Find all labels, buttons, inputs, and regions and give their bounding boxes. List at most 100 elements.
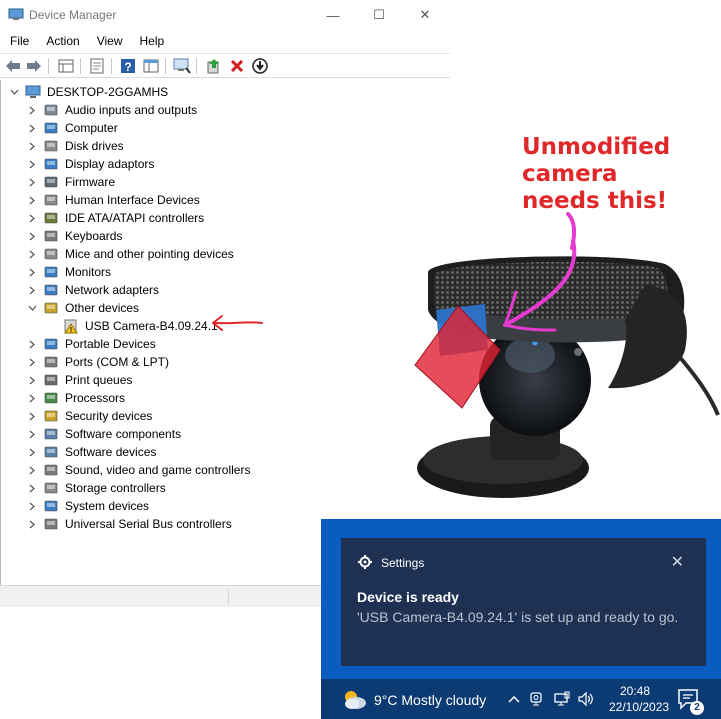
firmware-icon [43, 174, 59, 190]
menu-bar: File Action View Help [0, 31, 450, 51]
clock-date: 22/10/2023 [609, 700, 670, 714]
clock[interactable]: 20:48 22/10/2023 [609, 683, 670, 715]
volume-tray-button[interactable] [577, 690, 595, 708]
tree-category-system-devices[interactable]: System devices [1, 497, 441, 515]
add-driver-button[interactable] [205, 57, 223, 75]
svg-text:?: ? [124, 60, 131, 74]
tree-category-ports-com-lpt[interactable]: Ports (COM & LPT) [1, 353, 441, 371]
human-interface-devices-icon [43, 192, 59, 208]
chevron-right-icon[interactable] [27, 357, 37, 367]
chevron-right-icon[interactable] [27, 267, 37, 277]
uninstall-button[interactable] [228, 57, 246, 75]
chevron-right-icon[interactable] [27, 195, 37, 205]
uninstall-x-icon [230, 59, 244, 73]
tree-category-monitors-label: Monitors [65, 265, 112, 279]
chevron-right-icon[interactable] [27, 249, 37, 259]
tree-category-system-devices-label: System devices [65, 499, 150, 513]
tree-category-audio-inputs-and-outputs[interactable]: Audio inputs and outputs [1, 101, 441, 119]
tree-category-software-components[interactable]: Software components [1, 425, 441, 443]
chevron-right-icon[interactable] [27, 429, 37, 439]
camera-tray-button[interactable] [527, 690, 545, 708]
scan-hardware-button[interactable] [173, 57, 191, 75]
properties-button[interactable] [57, 57, 75, 75]
minimize-button[interactable]: — [310, 0, 356, 30]
chevron-right-icon[interactable] [27, 411, 37, 421]
tree-category-human-interface-devices[interactable]: Human Interface Devices [1, 191, 441, 209]
tree-category-storage-controllers[interactable]: Storage controllers [1, 479, 441, 497]
tree-category-human-interface-devices-label: Human Interface Devices [65, 193, 200, 207]
forward-button[interactable] [25, 57, 43, 75]
update-driver-button[interactable] [88, 57, 106, 75]
help-icon: ? [121, 59, 135, 74]
universal-serial-bus-controllers-icon [43, 516, 59, 532]
chevron-right-icon[interactable] [27, 177, 37, 187]
tree-category-processors-label: Processors [65, 391, 126, 405]
menu-action[interactable]: Action [36, 31, 86, 51]
tree-category-mice-and-other-pointing-devices[interactable]: Mice and other pointing devices [1, 245, 441, 263]
toast-close-button[interactable]: ✕ [671, 552, 684, 572]
disable-device-button[interactable] [251, 57, 269, 75]
menu-view[interactable]: View [87, 31, 130, 51]
show-hidden-icons-button[interactable] [505, 690, 523, 708]
partly-cloudy-icon[interactable] [341, 687, 367, 711]
chevron-right-icon[interactable] [27, 123, 37, 133]
menu-file[interactable]: File [0, 31, 36, 51]
tree-category-security-devices[interactable]: Security devices [1, 407, 441, 425]
tree-category-processors[interactable]: Processors [1, 389, 441, 407]
device-manager-app-icon [8, 8, 24, 20]
tree-device-usb-camera-b4-09-24-1-label: USB Camera-B4.09.24.1 [85, 319, 218, 333]
chevron-right-icon[interactable] [27, 483, 37, 493]
chevron-right-icon[interactable] [27, 285, 37, 295]
chevron-right-icon[interactable] [27, 231, 37, 241]
network-tray-button[interactable] [553, 690, 571, 708]
chevron-right-icon[interactable] [27, 141, 37, 151]
tree-category-firmware[interactable]: Firmware [1, 173, 441, 191]
properties-grid-icon [58, 59, 74, 73]
chevron-right-icon[interactable] [27, 105, 37, 115]
tree-category-computer[interactable]: Computer [1, 119, 441, 137]
tree-category-portable-devices[interactable]: Portable Devices [1, 335, 441, 353]
disk-drives-icon [43, 138, 59, 154]
tree-category-display-adaptors[interactable]: Display adaptors [1, 155, 441, 173]
chevron-right-icon[interactable] [27, 339, 37, 349]
title-bar: Device Manager — ☐ ✕ [0, 0, 450, 30]
tree-category-software-devices[interactable]: Software devices [1, 443, 441, 461]
chevron-down-icon[interactable] [9, 87, 19, 97]
chevron-right-icon[interactable] [27, 501, 37, 511]
help-button[interactable]: ? [119, 57, 137, 75]
software-components-icon [43, 426, 59, 442]
chevron-right-icon[interactable] [27, 213, 37, 223]
tree-category-disk-drives-label: Disk drives [65, 139, 124, 153]
tree-category-monitors[interactable]: Monitors [1, 263, 441, 281]
chevron-right-icon[interactable] [27, 519, 37, 529]
tree-category-universal-serial-bus-controllers-label: Universal Serial Bus controllers [65, 517, 232, 531]
svg-text:!: ! [70, 327, 72, 334]
annotation-line-2: camera [522, 161, 618, 187]
tree-category-sound-video-and-game-controllers[interactable]: Sound, video and game controllers [1, 461, 441, 479]
back-button[interactable] [4, 57, 22, 75]
chevron-right-icon[interactable] [27, 159, 37, 169]
tree-category-disk-drives[interactable]: Disk drives [1, 137, 441, 155]
tree-category-print-queues[interactable]: Print queues [1, 371, 441, 389]
device-ready-toast[interactable]: Settings ✕ Device is ready 'USB Camera-B… [341, 538, 706, 666]
chevron-right-icon[interactable] [27, 375, 37, 385]
tree-category-ide-ata-atapi-controllers[interactable]: IDE ATA/ATAPI controllers [1, 209, 441, 227]
chevron-right-icon[interactable] [27, 393, 37, 403]
tree-category-computer-label: Computer [65, 121, 118, 135]
keyboards-icon [43, 228, 59, 244]
taskbar: 9°C Mostly cloudy 20:48 22/10/2023 2 [321, 679, 721, 719]
close-button[interactable]: ✕ [402, 0, 448, 30]
tree-category-network-adapters[interactable]: Network adapters [1, 281, 441, 299]
chevron-right-icon[interactable] [27, 465, 37, 475]
tree-category-keyboards[interactable]: Keyboards [1, 227, 441, 245]
tree-root-computer[interactable]: DESKTOP-2GGAMHS [1, 83, 441, 101]
chevron-right-icon[interactable] [27, 447, 37, 457]
weather-widget[interactable]: 9°C Mostly cloudy [374, 692, 486, 708]
security-devices-icon [43, 408, 59, 424]
menu-help[interactable]: Help [130, 31, 172, 51]
close-icon: ✕ [419, 7, 431, 22]
notification-count-badge: 2 [690, 701, 704, 715]
chevron-down-icon[interactable] [27, 303, 37, 313]
console-tree-button[interactable] [142, 57, 160, 75]
maximize-button[interactable]: ☐ [356, 0, 402, 30]
